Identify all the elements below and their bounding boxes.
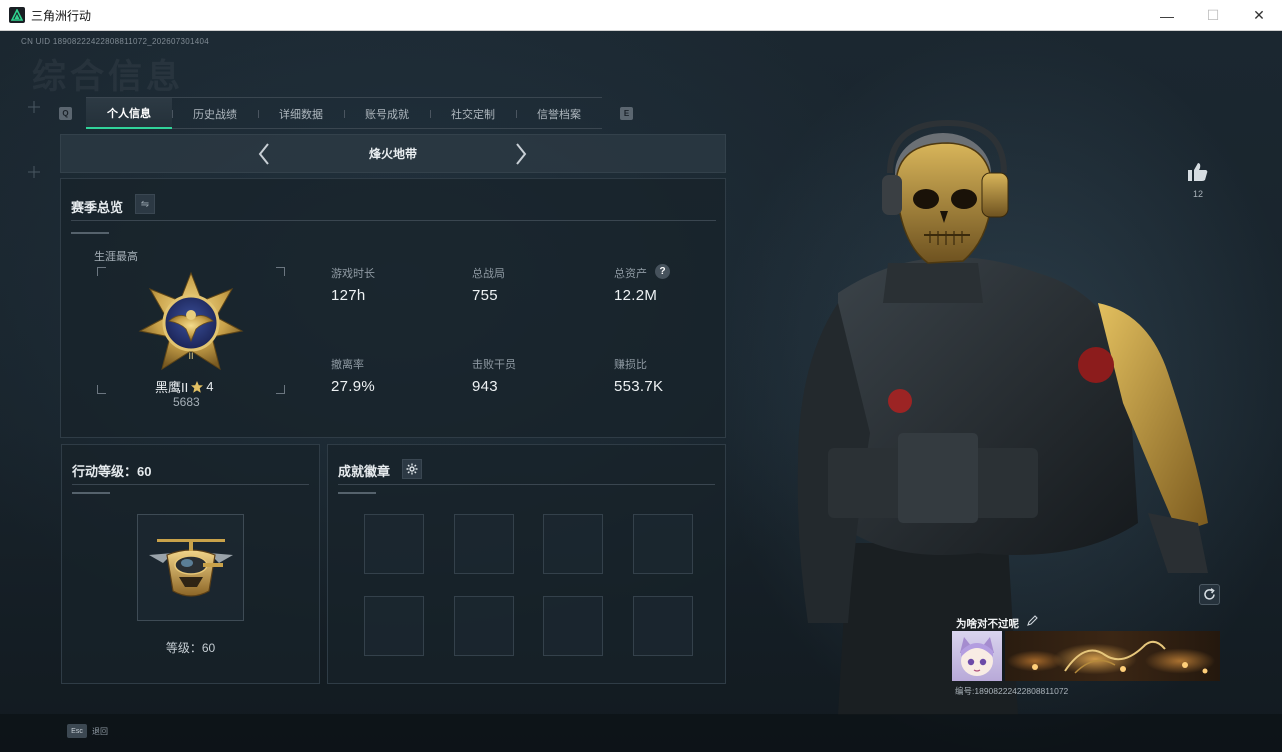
stat-value: 943 <box>472 378 498 395</box>
minimize-button[interactable]: — <box>1144 0 1190 31</box>
achievements-title: 成就徽章 <box>338 464 391 479</box>
tab-account-achievements[interactable]: 账号成就 <box>344 98 430 129</box>
tab-next-key[interactable]: E <box>620 107 633 120</box>
stat-value: 12.2M <box>614 287 658 304</box>
window-title: 三角洲行动 <box>31 8 92 23</box>
stat-value: 27.9% <box>331 378 376 395</box>
divider <box>71 220 716 221</box>
esc-key[interactable]: Esc <box>67 724 87 738</box>
close-button[interactable]: ✕ <box>1236 0 1282 31</box>
game-viewport: CN UID 18908222422808811072_202607301404… <box>0 31 1282 752</box>
main-tabs: 个人信息 历史战绩 详细数据 账号成就 社交定制 信誉档案 <box>86 97 602 129</box>
badge-slot[interactable] <box>633 596 693 656</box>
mode-selector: 烽火地带 <box>60 134 726 173</box>
page-title-watermark: 综合信息 <box>32 58 184 96</box>
badge-slot[interactable] <box>364 596 424 656</box>
badge-slot[interactable] <box>543 514 603 574</box>
badge-slot[interactable] <box>543 596 603 656</box>
stat-value: 127h <box>331 287 366 304</box>
stat-label: 赚损比 <box>614 359 647 371</box>
namecard-banner <box>1005 631 1220 681</box>
dragon-banner-art <box>1032 640 1208 674</box>
stat-label: 击败干员 <box>472 359 516 371</box>
app-logo-icon <box>9 7 25 23</box>
action-level-title: 行动等级：60 <box>72 464 152 479</box>
tab-match-history[interactable]: 历史战绩 <box>172 98 258 129</box>
divider <box>72 492 110 494</box>
divider <box>71 232 109 234</box>
chevron-left-icon[interactable] <box>257 141 271 171</box>
help-icon[interactable]: ? <box>655 264 670 279</box>
stat-label: 总战局 <box>472 268 505 280</box>
stat-value: 553.7K <box>614 378 664 395</box>
refresh-icon[interactable] <box>1199 584 1220 605</box>
rank-name-row: 黑鹰II 4 <box>155 377 213 396</box>
rank-star-icon <box>191 380 204 393</box>
tab-social-customization[interactable]: 社交定制 <box>430 98 516 129</box>
tab-reputation-record[interactable]: 信誉档案 <box>516 98 602 129</box>
badge-slot[interactable] <box>633 514 693 574</box>
avatar[interactable] <box>952 631 1002 681</box>
edit-icon[interactable] <box>1027 615 1038 629</box>
frame-corner <box>97 267 106 276</box>
thumbs-up-icon[interactable] <box>1187 162 1209 182</box>
badge-slot[interactable] <box>454 596 514 656</box>
player-id: 编号:18908222422808811072 <box>955 686 1069 696</box>
rank-points: 5683 <box>173 395 200 409</box>
tab-prev-key[interactable]: Q <box>59 107 72 120</box>
season-overview-panel: 赛季总览 ⇋ 生涯最高 II 黑鹰II 4 5683 游戏时长 127h 总战局… <box>60 178 726 438</box>
season-overview-title: 赛季总览 <box>71 200 124 215</box>
achievements-panel: 成就徽章 <box>327 444 726 684</box>
svg-text:II: II <box>188 351 193 361</box>
divider <box>338 492 376 494</box>
action-level-panel: 行动等级：60 等级：60 <box>61 444 320 684</box>
gear-icon[interactable] <box>402 459 422 479</box>
uid-label: CN UID 18908222422808811072_202607301404 <box>21 37 210 46</box>
level-text: 等级：60 <box>165 641 216 655</box>
rank-emblem-icon: II <box>138 271 244 371</box>
tab-personal-info[interactable]: 个人信息 <box>86 98 172 129</box>
divider <box>72 484 309 485</box>
career-best-label: 生涯最高 <box>94 251 138 263</box>
crosshair-decor-icon <box>28 166 40 178</box>
crosshair-decor-icon <box>28 101 40 113</box>
frame-corner <box>276 385 285 394</box>
mode-name: 烽火地带 <box>368 147 417 161</box>
rank-stars: 4 <box>206 379 214 394</box>
back-label[interactable]: 退回 <box>92 726 108 737</box>
window-titlebar: 三角洲行动 — ☐ ✕ <box>0 0 1282 31</box>
helicopter-emblem-icon <box>149 539 233 597</box>
stat-value: 755 <box>472 287 498 304</box>
like-widget[interactable]: 12 <box>1186 162 1210 199</box>
window-controls: — ☐ ✕ <box>1144 0 1282 31</box>
badge-slot[interactable] <box>364 514 424 574</box>
game-window: 三角洲行动 — ☐ ✕ CN UID 18908222422808811072_… <box>0 0 1282 752</box>
frame-corner <box>276 267 285 276</box>
frame-corner <box>97 385 106 394</box>
stat-label: 总资产 <box>614 268 647 280</box>
stat-label: 游戏时长 <box>331 268 375 280</box>
level-emblem-frame <box>137 514 244 621</box>
player-name: 为啥对不过呢 <box>956 618 1019 630</box>
stat-label: 撤离率 <box>331 359 364 371</box>
badge-slot[interactable] <box>454 514 514 574</box>
chevron-right-icon[interactable] <box>514 141 528 171</box>
switch-icon[interactable]: ⇋ <box>135 194 155 214</box>
rank-name: 黑鹰II <box>155 380 189 395</box>
bottom-bar <box>0 714 1282 752</box>
maximize-button[interactable]: ☐ <box>1190 0 1236 31</box>
tab-detailed-data[interactable]: 详细数据 <box>258 98 344 129</box>
player-namecard[interactable] <box>952 631 1220 681</box>
divider <box>338 484 715 485</box>
avatar-image <box>960 637 994 676</box>
like-count: 12 <box>1192 189 1203 199</box>
